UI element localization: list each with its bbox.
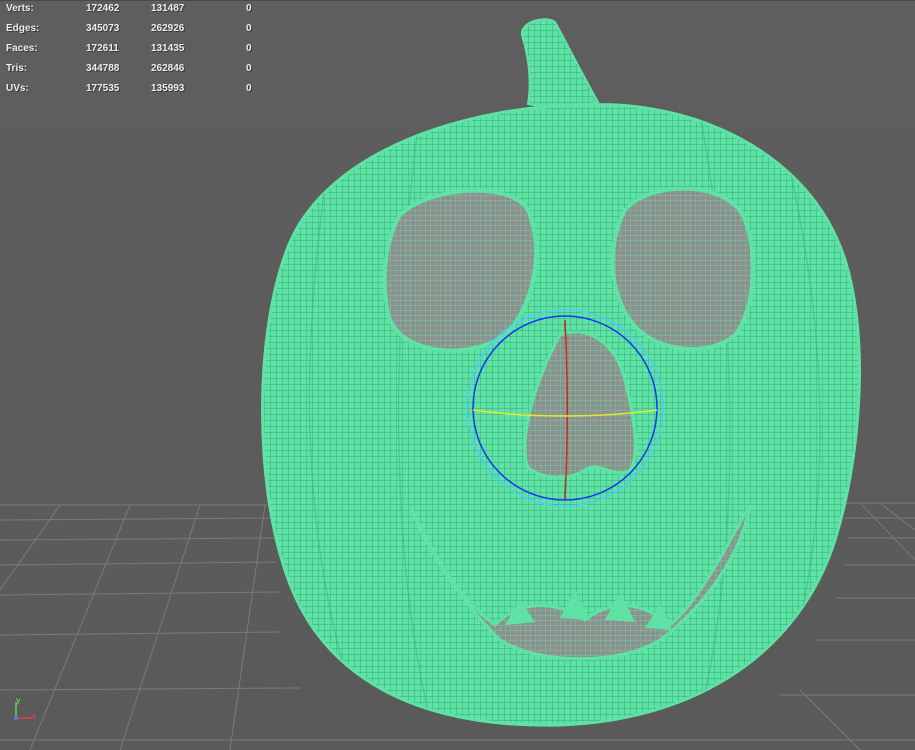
hud-label: UVs: (6, 83, 29, 94)
axis-y-label: y (16, 696, 21, 705)
hud-label: Tris: (6, 63, 28, 74)
hud-selected: 262926 (151, 23, 185, 34)
hud-selected: 131435 (151, 43, 185, 54)
hud-extra: 0 (246, 63, 252, 74)
axis-x-label: x (32, 712, 37, 721)
hud-extra: 0 (246, 83, 252, 94)
hud-total: 345073 (86, 23, 120, 34)
hud-selected: 262846 (151, 63, 185, 74)
hud-total: 172611 (86, 43, 119, 54)
hud-extra: 0 (246, 3, 252, 14)
hud-total: 344788 (86, 63, 120, 74)
hud-label: Verts: (6, 3, 34, 14)
hud-label: Faces: (6, 43, 38, 54)
hud-selected: 135993 (151, 83, 185, 94)
view-axis-indicator: y x (10, 696, 40, 729)
viewport-scene[interactable] (0, 0, 915, 750)
hud-selected: 131487 (151, 3, 185, 14)
left-eye-socket (382, 188, 538, 353)
hud-total: 172462 (86, 3, 120, 14)
hud-total: 177535 (86, 83, 120, 94)
modeling-viewport[interactable]: Verts: 172462 131487 0 Edges: 345073 262… (0, 0, 915, 750)
hud-extra: 0 (246, 23, 252, 34)
right-eye-socket (610, 186, 755, 352)
pumpkin-stem[interactable] (520, 18, 600, 108)
hud-extra: 0 (246, 43, 252, 54)
hud-label: Edges: (6, 23, 40, 34)
